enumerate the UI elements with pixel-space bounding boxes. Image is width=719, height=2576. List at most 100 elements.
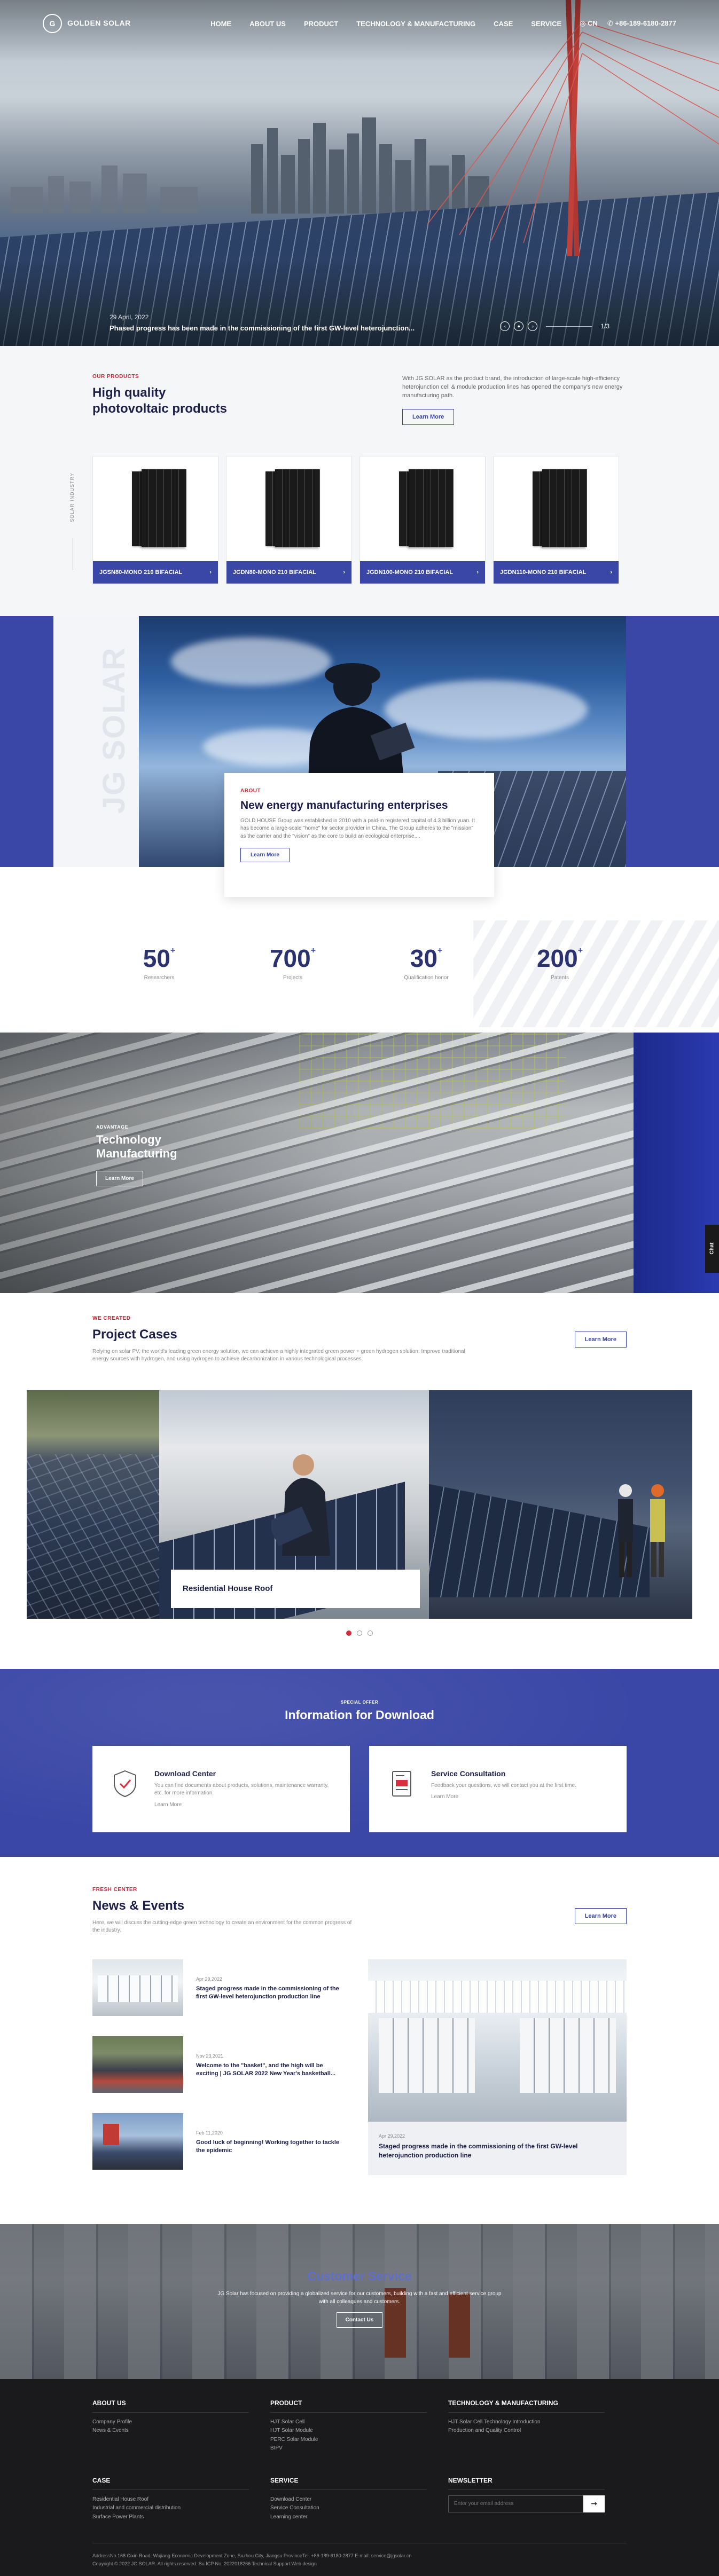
footer-heading: NEWSLETTER	[448, 2477, 605, 2490]
stats-row: 50+ Researchers 700+ Projects 30+ Qualif…	[0, 904, 719, 1033]
stat-number: 30	[410, 944, 437, 972]
product-card[interactable]: JGSN80-MONO 210 BIFACIAL ›	[92, 455, 218, 584]
footer-link[interactable]: Download Center	[270, 2495, 427, 2504]
logo[interactable]: G GOLDEN SOLAR	[43, 14, 131, 33]
newsletter-email-input[interactable]	[448, 2495, 583, 2512]
news-item[interactable]: Nov 23,2021 Welcome to the "basket", and…	[92, 2036, 347, 2093]
footer-link[interactable]: HJT Solar Module	[270, 2427, 427, 2436]
card-learn-more-link[interactable]: Learn More	[154, 1802, 331, 1808]
product-name: JGSN80-MONO 210 BIFACIAL	[99, 569, 183, 576]
news-learn-more-button[interactable]: Learn More	[574, 1908, 627, 1924]
nav-item-case[interactable]: CASE	[494, 20, 513, 28]
footer-link[interactable]: PERC Solar Module	[270, 2436, 427, 2445]
news-date: Feb 11,2020	[196, 2130, 223, 2136]
slide-progress	[546, 326, 592, 327]
footer-link[interactable]: Surface Power Plants	[92, 2513, 249, 2522]
contact-us-button[interactable]: Contact Us	[336, 2312, 383, 2328]
nav-item-home[interactable]: HOME	[210, 20, 231, 28]
news-description: Here, we will discuss the cutting-edge g…	[92, 1919, 352, 1934]
footer-col-case: CASE Residential House Roof Industrial a…	[92, 2477, 270, 2522]
footer-link[interactable]: BIPV	[270, 2444, 427, 2453]
about-learn-more-button[interactable]: Learn More	[240, 848, 290, 863]
download-title: Information for Download	[285, 1707, 434, 1722]
news-date: Apr 29,2022	[196, 1976, 223, 1982]
product-name: JGDN100-MONO 210 BIFACIAL	[366, 569, 453, 576]
service-consultation-card[interactable]: Service Consultation Feedback your quest…	[369, 1745, 627, 1832]
slide-counter: 1/3	[600, 322, 609, 330]
stat-suffix: +	[437, 946, 443, 955]
nav-item-about-us[interactable]: ABOUT US	[249, 20, 286, 28]
prev-slide-icon[interactable]: ‹	[500, 321, 510, 331]
document-icon	[392, 1770, 411, 1797]
news-featured-item[interactable]: Apr 29,2022 Staged progress made in the …	[368, 1959, 627, 2190]
pagination-dot[interactable]	[368, 1630, 373, 1636]
pagination-dot[interactable]	[346, 1630, 351, 1636]
language-switch[interactable]: ◎ CN	[580, 19, 598, 28]
pause-icon[interactable]: ●	[514, 321, 524, 331]
stat-suffix: +	[577, 946, 583, 955]
cases-slider: Residential House Roof	[27, 1390, 692, 1619]
news-title[interactable]: Welcome to the "basket", and the high wi…	[196, 2062, 347, 2078]
case-image-solar-field[interactable]	[27, 1390, 159, 1619]
products-section: SOLAR INDUSTRY OUR PRODUCTS High quality…	[0, 346, 719, 616]
nav-item-technology[interactable]: TECHNOLOGY & MANUFACTURING	[356, 20, 475, 28]
product-card[interactable]: JGDN110-MONO 210 BIFACIAL ›	[493, 455, 619, 584]
service-title: Customer Service	[307, 2268, 412, 2283]
footer-link[interactable]: Company Profile	[92, 2418, 249, 2427]
news-item[interactable]: Feb 11,2020 Good luck of beginning! Work…	[92, 2113, 347, 2170]
stat-number: 200	[536, 944, 578, 972]
download-center-card[interactable]: Download Center You can find documents a…	[92, 1745, 350, 1832]
footer-link[interactable]: Service Consultation	[270, 2504, 427, 2513]
solar-module-image	[132, 469, 186, 549]
footer-link[interactable]: Production and Quality Control	[448, 2427, 605, 2436]
chevron-right-icon: ›	[476, 569, 479, 576]
news-featured-image	[368, 1959, 627, 2122]
globe-icon: ◎	[580, 19, 586, 27]
news-item[interactable]: Apr 29,2022 Staged progress made in the …	[92, 1959, 347, 2016]
footer-link[interactable]: Residential House Roof	[92, 2495, 249, 2504]
solar-module-image	[265, 469, 320, 549]
pagination-dot[interactable]	[357, 1630, 362, 1636]
card-learn-more-link[interactable]: Learn More	[431, 1794, 576, 1800]
product-card[interactable]: JGDN80-MONO 210 BIFACIAL ›	[226, 455, 352, 584]
footer-link[interactable]: HJT Solar Cell	[270, 2418, 427, 2427]
about-watermark: JG SOLAR	[97, 647, 131, 814]
main-menu: HOME ABOUT US PRODUCT TECHNOLOGY & MANUF…	[210, 20, 561, 28]
site-footer: ABOUT US Company Profile News & Events P…	[0, 2378, 719, 2576]
newsletter-submit-button[interactable]: →	[583, 2495, 605, 2512]
phone-link[interactable]: ✆ +86-189-6180-2877	[607, 19, 676, 28]
news-date: Nov 23,2021	[196, 2053, 224, 2059]
news-title[interactable]: Good luck of beginning! Working together…	[196, 2139, 347, 2155]
cases-learn-more-button[interactable]: Learn More	[574, 1331, 627, 1348]
logo-icon: G	[43, 14, 62, 33]
case-image-roof[interactable]: Residential House Roof	[159, 1390, 429, 1619]
products-description: With JG SOLAR as the product brand, the …	[402, 375, 623, 399]
products-learn-more-button[interactable]: Learn More	[402, 408, 455, 425]
tech-learn-more-button[interactable]: Learn More	[96, 1170, 143, 1186]
footer-link[interactable]: Learning center	[270, 2513, 427, 2522]
case-image-power-plant[interactable]	[429, 1390, 692, 1619]
about-text: GOLD HOUSE Group was established in 2010…	[240, 817, 475, 839]
footer-link[interactable]: Industrial and commercial distribution	[92, 2504, 249, 2513]
nav-item-service[interactable]: SERVICE	[531, 20, 561, 28]
case-caption: Residential House Roof	[171, 1569, 420, 1608]
footer-heading: ABOUT US	[92, 2399, 249, 2413]
news-title[interactable]: Staged progress made in the commissionin…	[379, 2142, 616, 2160]
hero-date: 29 April, 2022	[110, 313, 149, 321]
nav-item-product[interactable]: PRODUCT	[304, 20, 338, 28]
phone-icon: ✆	[607, 19, 613, 27]
footer-col-product: PRODUCT HJT Solar Cell HJT Solar Module …	[270, 2399, 448, 2453]
footer-link[interactable]: News & Events	[92, 2427, 249, 2436]
footer-link[interactable]: HJT Solar Cell Technology Introduction	[448, 2418, 605, 2427]
news-thumbnail	[92, 2113, 183, 2170]
solar-module-image	[399, 469, 454, 549]
news-title[interactable]: Staged progress made in the commissionin…	[196, 1985, 347, 2002]
footer-copyright: Copyright © 2022 JG SOLAR. All rights re…	[92, 2561, 317, 2566]
hero-caption: 29 April, 2022 Phased progress has been …	[110, 313, 609, 332]
chat-button[interactable]: Chat	[705, 1224, 719, 1273]
stat-projects: 700+ Projects	[226, 944, 360, 981]
cases-eyebrow: WE CREATED	[92, 1315, 131, 1321]
next-slide-icon[interactable]: ›	[528, 321, 538, 331]
product-card[interactable]: JGDN100-MONO 210 BIFACIAL ›	[360, 455, 486, 584]
installer-image	[271, 1454, 330, 1556]
